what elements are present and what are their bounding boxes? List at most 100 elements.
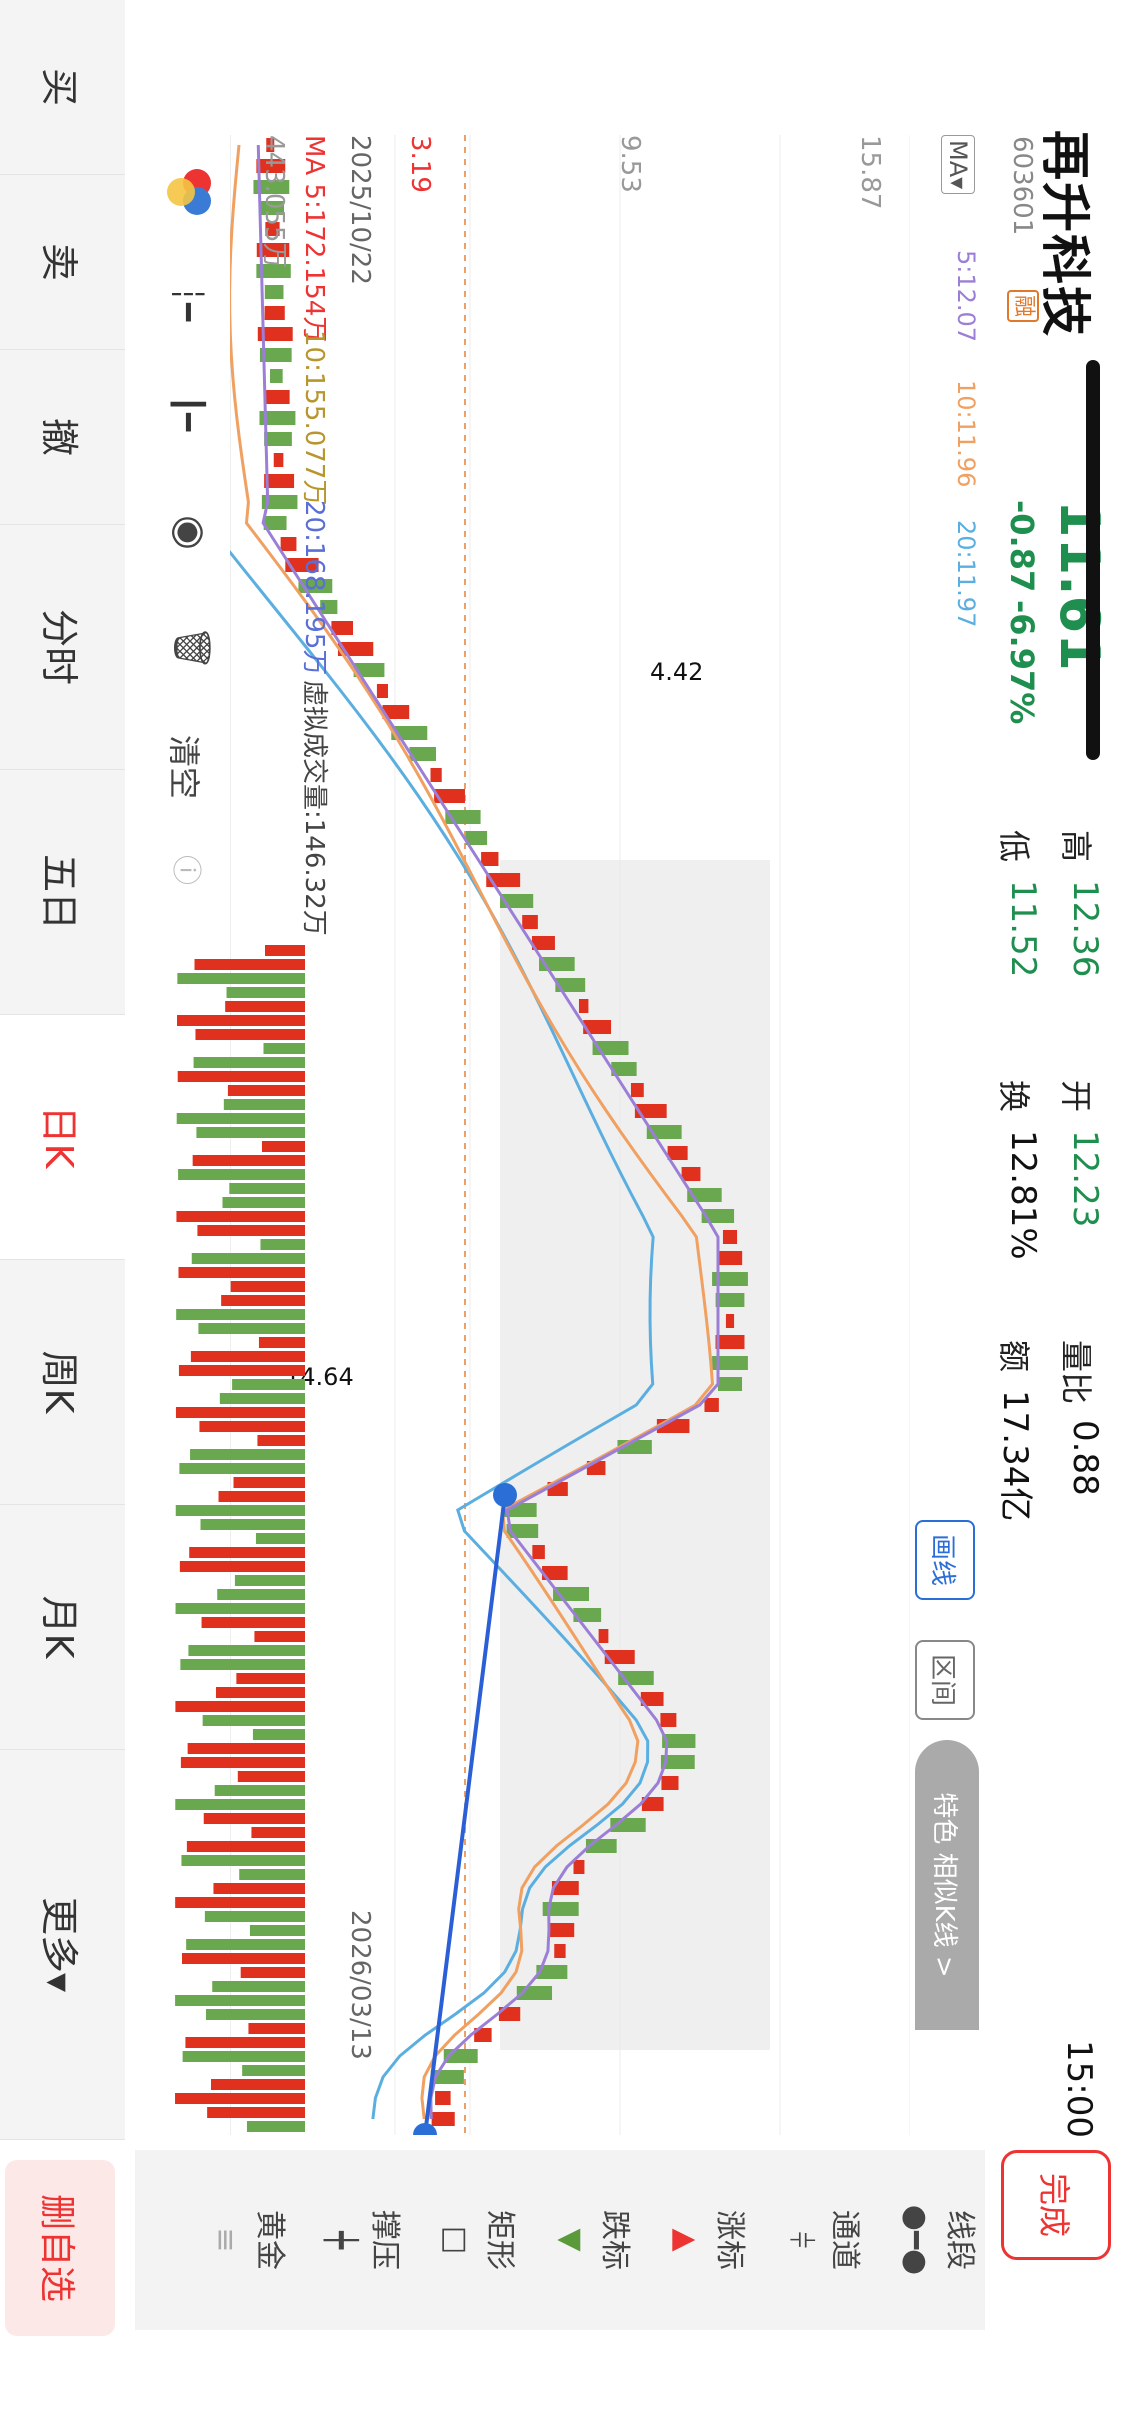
trash-icon[interactable]: 🗑 (171, 625, 213, 671)
candle (598, 1629, 609, 1643)
volume-bar (240, 1967, 305, 1978)
ma-selector[interactable]: MA▾ (941, 135, 975, 195)
volume-bar (197, 1225, 305, 1236)
amount-label: 额 (995, 1340, 1033, 1373)
vol-ma5: MA 5:172.154万 (299, 135, 329, 343)
up-arrow-icon: ▲ (668, 2228, 703, 2252)
low-value: 11.52 (1003, 880, 1043, 978)
line-thin-icon[interactable]: ┆━ (170, 285, 205, 321)
volume-bar (182, 2051, 305, 2062)
volume-bar (249, 1925, 305, 1936)
channel-icon: ⫩ (783, 2231, 818, 2249)
volume-bar (185, 2037, 305, 2048)
range-tab[interactable]: 区间 (915, 1640, 975, 1720)
tool-support[interactable]: 撑压 ┿ (300, 2160, 410, 2320)
volume-bar (229, 1183, 305, 1194)
start-date: 2025/10/22 (345, 135, 375, 285)
tool-segment[interactable]: 线段 ●━● (875, 2160, 985, 2320)
volume-bar (218, 1491, 305, 1502)
volume-bar (177, 973, 305, 984)
volume-bar (258, 1337, 305, 1348)
ma10-legend: 10:11.96 (952, 380, 980, 488)
chart-controls: ┆━ ┃━ ◉ 🗑 清空 ⓘ (135, 135, 245, 935)
rectangle-icon: □ (438, 2225, 473, 2255)
volume-bar (201, 1617, 305, 1628)
eye-icon[interactable]: ◉ (167, 515, 213, 550)
candle (435, 2091, 451, 2105)
line-thick-icon[interactable]: ┃━ (170, 395, 205, 431)
tool-golden[interactable]: 黄金 ≡ (185, 2160, 295, 2320)
volume-bar (204, 1911, 305, 1922)
high-value: 12.36 (1065, 880, 1105, 978)
volume-bar (246, 2121, 305, 2132)
candle (704, 1398, 719, 1412)
candle (264, 306, 285, 320)
volume-bar (196, 1127, 305, 1138)
vol-ma20: 20:168.195万 (299, 500, 329, 676)
segment-icon: ●━● (898, 2204, 933, 2276)
nav-daily-k[interactable]: 日K (0, 1015, 125, 1260)
volume-bar (179, 1561, 305, 1572)
volume-bar (223, 1099, 305, 1110)
clear-button[interactable]: 清空 (163, 735, 209, 799)
volume-bar (175, 1897, 305, 1908)
candle (681, 1167, 701, 1181)
delete-watchlist-button[interactable]: 删自选 (5, 2160, 115, 2336)
volume-bar (257, 1435, 305, 1446)
volume-bar (202, 1715, 305, 1726)
trend-handle-start[interactable] (493, 1483, 517, 1507)
tool-up-mark[interactable]: 涨标 ▲ (645, 2160, 755, 2320)
stock-code: 603601 (1007, 136, 1037, 236)
volume-bar (200, 1519, 305, 1530)
price-change-pct: -6.97% (1003, 600, 1041, 725)
ma5-legend: 5:12.07 (952, 250, 980, 343)
info-icon[interactable]: ⓘ (167, 855, 211, 885)
nav-intraday[interactable]: 分时 (0, 525, 125, 770)
volume-bar (199, 1421, 305, 1432)
volume-bar (227, 1085, 305, 1096)
tool-down-mark[interactable]: 跌标 ▼ (530, 2160, 640, 2320)
candle (522, 915, 538, 929)
nav-sell[interactable]: 卖 (0, 175, 125, 350)
tool-rectangle[interactable]: 矩形 □ (415, 2160, 525, 2320)
candle (430, 768, 442, 782)
volume-bar (222, 1197, 305, 1208)
candle (273, 453, 284, 467)
volume-bar (179, 1463, 305, 1474)
candle (660, 1713, 677, 1727)
nav-buy[interactable]: 买 (0, 0, 125, 175)
candle (578, 999, 589, 1013)
done-button[interactable]: 完成 (1001, 2150, 1111, 2260)
volume-bar (236, 1673, 305, 1684)
volume-bar (175, 1407, 305, 1418)
low-marker: 4.42 (650, 658, 703, 686)
nav-more[interactable]: 更多▾ (0, 1750, 125, 2140)
candle (264, 432, 292, 446)
open-label: 开 (1057, 1080, 1095, 1113)
volume-bar (248, 2023, 305, 2034)
nav-cancel[interactable]: 撤 (0, 350, 125, 525)
volume-bar (175, 1603, 305, 1614)
candle (280, 537, 297, 551)
nav-five-day[interactable]: 五日 (0, 770, 125, 1015)
y-label-top: 15.87 (855, 135, 885, 210)
volume-bar (230, 1281, 305, 1292)
volume-bar (226, 987, 305, 998)
similar-kline-button[interactable]: 特色 相似K线 > (915, 1740, 979, 2030)
volume-bar (189, 1547, 305, 1558)
draw-line-tab[interactable]: 画线 (915, 1520, 975, 1600)
volume-bar (261, 1141, 305, 1152)
volume-bar (254, 1631, 305, 1642)
volume-bar (175, 1505, 305, 1516)
volume-bar (190, 1351, 305, 1362)
volume-bar (176, 1113, 305, 1124)
color-dots-icon[interactable] (163, 165, 217, 219)
candle (264, 390, 290, 404)
nav-monthly-k[interactable]: 月K (0, 1505, 125, 1750)
tool-channel[interactable]: 通道 ⫩ (760, 2160, 870, 2320)
candle (725, 1314, 735, 1328)
candle (630, 1083, 644, 1097)
y-label-bottom: 3.19 (405, 135, 435, 193)
nav-weekly-k[interactable]: 周K (0, 1260, 125, 1505)
volume-bar (225, 1001, 305, 1012)
